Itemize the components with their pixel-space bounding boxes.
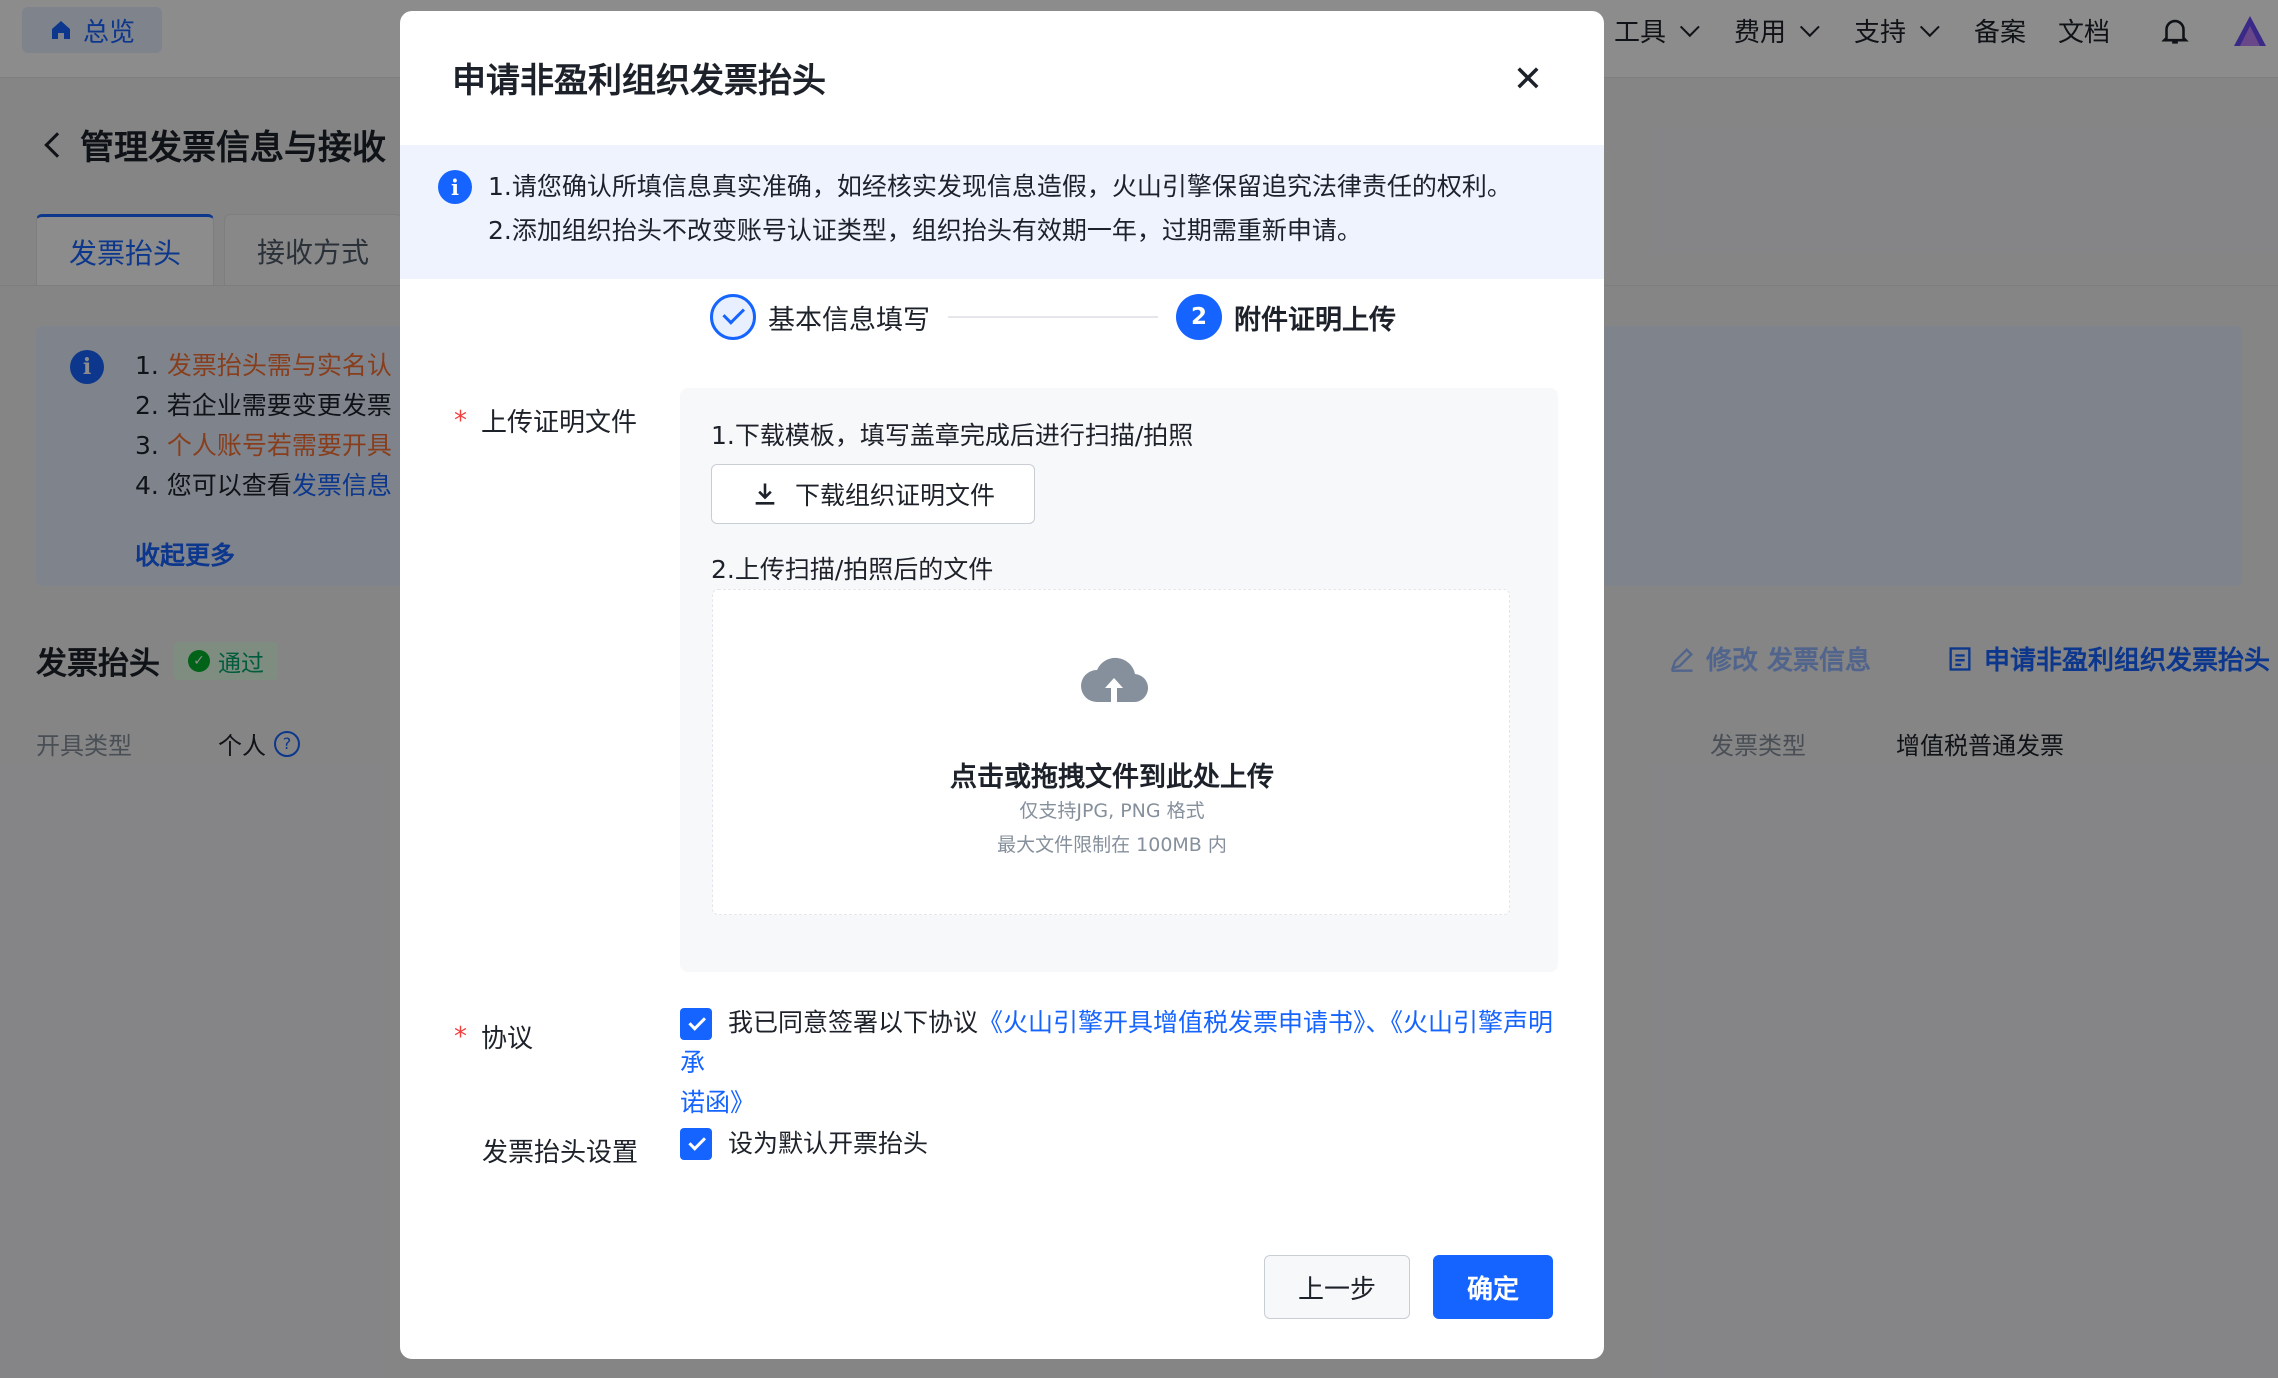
stepper: 基本信息填写 2 附件证明上传 [710,294,1396,340]
vat-application-link[interactable]: 《火山引擎开具增值税发票申请书》 [978,1008,1366,1037]
confirm-button[interactable]: 确定 [1433,1255,1553,1319]
upload-step-2: 2.上传扫描/拍照后的文件 [711,555,994,584]
cloud-upload-icon [1081,657,1149,703]
default-header-checkbox[interactable] [680,1128,712,1160]
check-icon [722,302,746,325]
previous-step-button[interactable]: 上一步 [1264,1255,1410,1319]
step-2-indicator: 2 [1176,294,1222,340]
file-dropzone[interactable]: 点击或拖拽文件到此处上传 仅支持JPG, PNG 格式 最大文件限制在 100M… [712,589,1510,915]
default-header-text: 设为默认开票抬头 [728,1129,929,1158]
agreement-text: 我已同意签署以下协议《火山引擎开具增值税发票申请书》、《火山引擎声明承 诺函》 [680,1008,1554,1117]
dropzone-title: 点击或拖拽文件到此处上传 [950,762,1274,793]
dropzone-format-hint: 仅支持JPG, PNG 格式 [1019,800,1205,822]
commitment-letter-link[interactable]: 诺函》 [680,1088,755,1117]
dialog-alert-text: 1.请您确认所填信息真实准确，如经核实发现信息造假，火山引擎保留追究法律责任的权… [488,172,1512,245]
step-connector [948,316,1158,318]
agreement-field-label: * 协议 [454,1021,534,1055]
step-1-label: 基本信息填写 [768,304,930,336]
download-icon [755,483,775,505]
dialog-title: 申请非盈利组织发票抬头 [452,61,826,101]
step-1-done-indicator [710,294,756,340]
header-setting-label: 发票抬头设置 [482,1138,639,1168]
dropzone-size-hint: 最大文件限制在 100MB 内 [997,834,1227,856]
check-icon [687,1133,706,1151]
apply-nonprofit-header-dialog: 申请非盈利组织发票抬头 ✕ i 1.请您确认所填信息真实准确，如经核实发现信息造… [400,11,1604,1359]
download-template-button[interactable]: 下载组织证明文件 [711,464,1035,524]
info-icon: i [438,170,472,204]
close-icon[interactable]: ✕ [1508,59,1548,100]
upload-step-1: 1.下载模板，填写盖章完成后进行扫描/拍照 [711,421,1194,450]
upload-field-label: * 上传证明文件 [454,405,638,439]
step-2-label: 附件证明上传 [1234,304,1396,336]
